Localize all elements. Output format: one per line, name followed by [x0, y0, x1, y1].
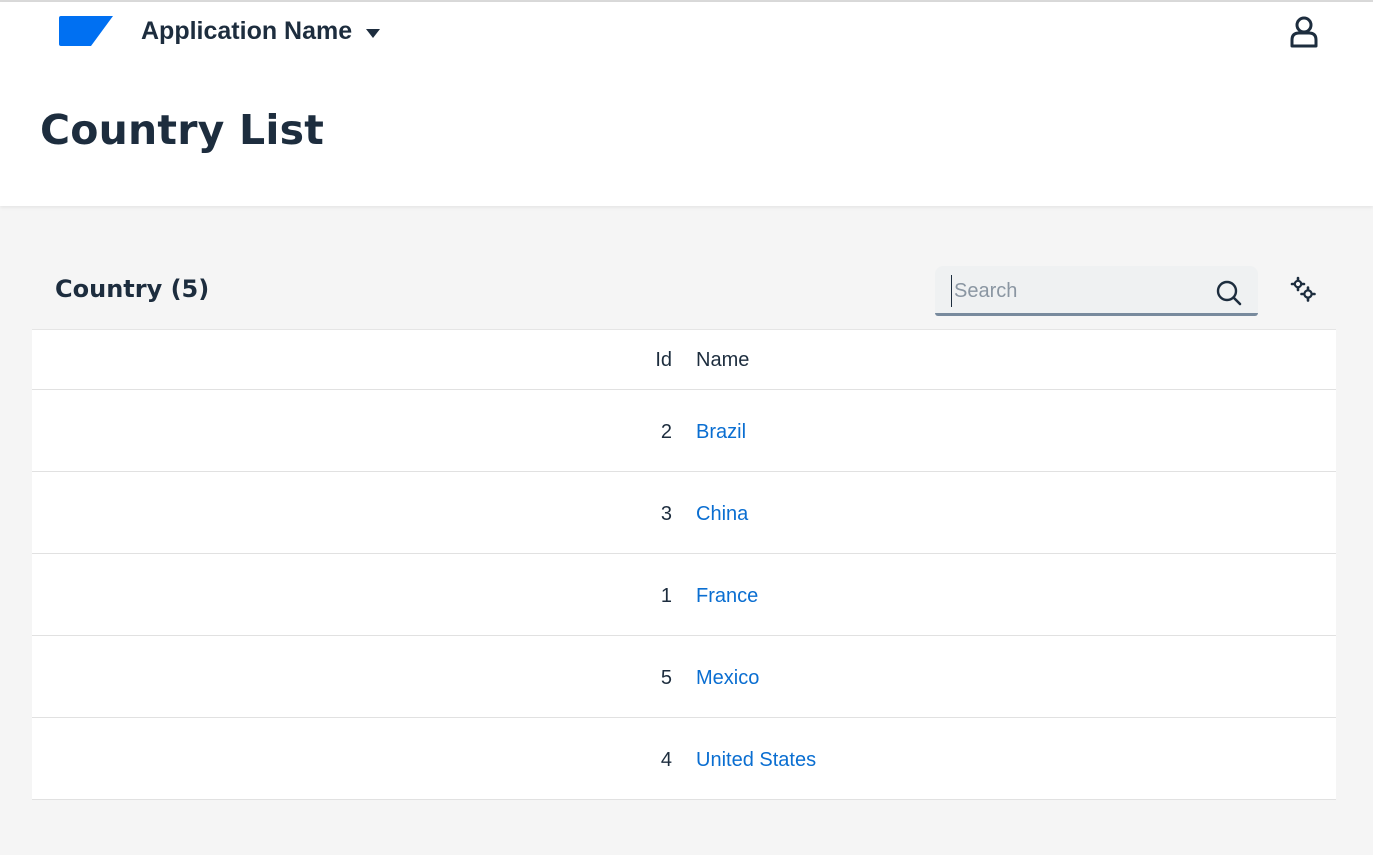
table-row[interactable]: 3 China [32, 472, 1336, 554]
country-link[interactable]: Mexico [696, 667, 759, 689]
table-title: Country (5) [55, 275, 210, 303]
cell-id: 5 [660, 667, 672, 689]
user-icon[interactable] [1289, 16, 1319, 48]
table-row[interactable]: 4 United States [32, 718, 1336, 800]
page-header: Application Name Country List [0, 2, 1373, 206]
shell-bar: Application Name [0, 2, 1373, 64]
table-header-row: Id Name [32, 330, 1336, 390]
table-row[interactable]: 1 France [32, 554, 1336, 636]
country-link[interactable]: China [696, 503, 748, 525]
country-table: Id Name 2 Brazil 3 China 1 France 5 Mexi… [32, 329, 1336, 800]
country-link[interactable]: Brazil [696, 421, 746, 443]
cell-id: 4 [660, 749, 672, 771]
gears-icon[interactable] [1290, 276, 1318, 304]
app-name-menu[interactable]: Application Name [141, 17, 381, 46]
search-field[interactable] [935, 266, 1258, 316]
column-header-name[interactable]: Name [696, 349, 749, 372]
cell-id: 3 [660, 503, 672, 525]
search-icon[interactable] [1216, 280, 1242, 306]
country-link[interactable]: United States [696, 749, 816, 771]
table-row[interactable]: 2 Brazil [32, 390, 1336, 472]
table-row[interactable]: 5 Mexico [32, 636, 1336, 718]
app-name-label: Application Name [141, 17, 353, 45]
search-input[interactable] [951, 275, 1206, 307]
page-title: Country List [40, 106, 325, 154]
cell-id: 1 [660, 585, 672, 607]
brand-logo[interactable] [59, 16, 113, 46]
country-link[interactable]: France [696, 585, 758, 607]
caret-down-icon [366, 29, 381, 38]
column-header-id[interactable]: Id [655, 349, 672, 372]
cell-id: 2 [660, 421, 672, 443]
